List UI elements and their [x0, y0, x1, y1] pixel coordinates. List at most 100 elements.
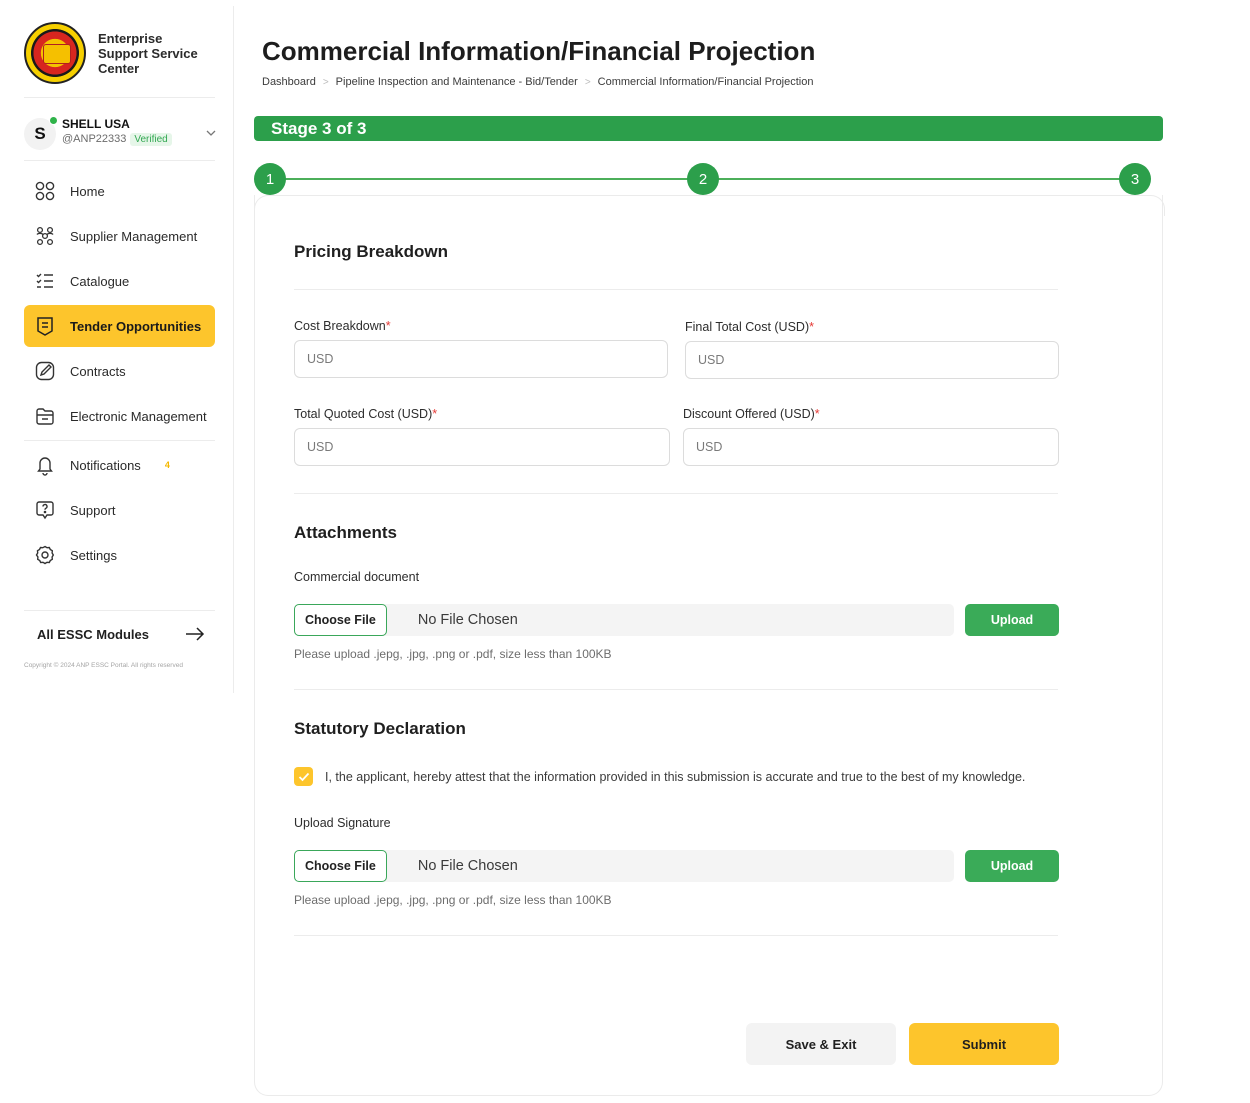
copyright-text: Copyright © 2024 ANP ESSC Portal. All ri… — [24, 662, 183, 669]
online-status-dot — [49, 116, 58, 125]
required-mark: * — [432, 407, 438, 421]
pen-icon — [35, 361, 55, 381]
sidebar-item-notifications[interactable]: Notifications 4 — [24, 444, 215, 486]
verified-badge: Verified — [130, 132, 172, 146]
sidebar-item-tender-opportunities[interactable]: Tender Opportunities — [24, 305, 215, 347]
document-lines-icon — [37, 317, 53, 336]
label-text: Final Total Cost (USD) — [685, 320, 810, 334]
sidebar-item-label: Settings — [70, 547, 117, 563]
breadcrumb: Dashboard > Pipeline Inspection and Main… — [262, 76, 813, 88]
save-exit-button[interactable]: Save & Exit — [746, 1023, 896, 1065]
account-name: SHELL USA — [62, 116, 130, 131]
divider — [294, 935, 1058, 936]
breadcrumb-separator-icon: > — [584, 76, 591, 88]
file-name-text: No File Chosen — [417, 612, 518, 628]
required-mark: * — [809, 320, 814, 334]
sidebar-item-electronic-management[interactable]: Electronic Management — [24, 395, 215, 437]
divider — [24, 440, 215, 441]
check-icon — [298, 772, 309, 781]
sidebar-item-supplier-management[interactable]: Supplier Management — [24, 215, 215, 257]
sidebar-item-support[interactable]: Support — [24, 489, 215, 531]
required-mark: * — [814, 407, 820, 421]
upload-signature-label: Upload Signature — [294, 816, 391, 830]
divider — [24, 610, 215, 611]
divider — [294, 493, 1058, 494]
declaration-checkbox[interactable] — [294, 767, 313, 786]
grid-circles-icon — [35, 181, 55, 201]
file-name-text: No File Chosen — [417, 858, 518, 874]
label-text: Total Quoted Cost (USD) — [294, 407, 433, 421]
declaration-text: I, the applicant, hereby attest that the… — [325, 769, 1026, 784]
final-total-cost-input[interactable] — [685, 341, 1059, 379]
breadcrumb-item-current: Commercial Information/Financial Project… — [597, 76, 814, 88]
avatar-initial: S — [34, 124, 46, 143]
discount-offered-label: Discount Offered (USD)* — [683, 407, 820, 421]
sidebar-item-label: Tender Opportunities — [70, 318, 202, 334]
upload-commercial-document-button[interactable]: Upload — [965, 604, 1059, 636]
question-icon — [36, 501, 54, 520]
discount-offered-input[interactable] — [683, 428, 1059, 466]
sidebar-item-catalogue[interactable]: Catalogue — [24, 260, 215, 302]
step-2[interactable]: 2 — [687, 163, 719, 195]
required-mark: * — [385, 319, 391, 333]
file-hint: Please upload .jepg, .jpg, .png or .pdf,… — [294, 893, 612, 907]
sidebar-item-label: Contracts — [70, 363, 126, 379]
account-handle-row: @ANP22333 Verified — [62, 132, 172, 146]
chevron-down-icon[interactable] — [205, 127, 217, 139]
all-modules-label: All ESSC Modules — [37, 626, 149, 642]
choose-file-button[interactable]: Choose File — [294, 850, 387, 882]
all-modules-link[interactable]: All ESSC Modules — [24, 618, 215, 650]
choose-file-button[interactable]: Choose File — [294, 604, 387, 636]
people-network-icon — [36, 226, 54, 246]
sidebar-item-contracts[interactable]: Contracts — [24, 350, 215, 392]
gear-icon — [35, 545, 55, 565]
sidebar-item-label: Support — [70, 502, 116, 518]
cost-breakdown-input[interactable] — [294, 340, 668, 378]
bell-icon — [37, 457, 53, 476]
divider — [294, 289, 1058, 290]
section-title-declaration: Statutory Declaration — [294, 719, 466, 738]
avatar: S — [24, 116, 58, 150]
page-title: Commercial Information/Financial Project… — [262, 36, 816, 66]
sidebar-item-label: Notifications — [70, 457, 141, 473]
sidebar-item-label: Catalogue — [70, 273, 130, 289]
sidebar-item-label: Supplier Management — [70, 228, 198, 244]
divider — [24, 97, 215, 98]
breadcrumb-item-tender[interactable]: Pipeline Inspection and Maintenance - Bi… — [336, 76, 578, 88]
commercial-document-file-field: Choose File No File Chosen — [294, 604, 954, 636]
breadcrumb-separator-icon: > — [322, 76, 329, 88]
notification-count-badge: 4 — [164, 460, 170, 470]
signature-file-field: Choose File No File Chosen — [294, 850, 954, 882]
upload-signature-button[interactable]: Upload — [965, 850, 1059, 882]
step-1[interactable]: 1 — [254, 163, 286, 195]
file-hint: Please upload .jepg, .jpg, .png or .pdf,… — [294, 647, 612, 661]
commercial-document-label: Commercial document — [294, 570, 420, 584]
total-quoted-cost-label: Total Quoted Cost (USD)* — [294, 407, 437, 421]
label-text: Discount Offered (USD) — [683, 407, 815, 421]
divider — [294, 689, 1058, 690]
account-switcher[interactable]: S SHELL USA @ANP22333 Verified — [24, 113, 219, 155]
sidebar: Enterprise Support Service Center S SHEL… — [4, 6, 234, 693]
sidebar-item-label: Electronic Management — [70, 408, 207, 424]
sidebar-item-label: Home — [70, 183, 105, 199]
section-title-attachments: Attachments — [294, 523, 397, 542]
sidebar-item-home[interactable]: Home — [24, 170, 215, 212]
submit-button[interactable]: Submit — [909, 1023, 1059, 1065]
stage-banner: Stage 3 of 3 — [254, 116, 1163, 141]
declaration-row: I, the applicant, hereby attest that the… — [294, 767, 1025, 786]
folder-icon — [36, 408, 54, 425]
breadcrumb-item-dashboard[interactable]: Dashboard — [262, 76, 316, 88]
total-quoted-cost-input[interactable] — [294, 428, 670, 466]
brand[interactable]: Enterprise Support Service Center — [24, 22, 208, 84]
sidebar-item-settings[interactable]: Settings — [24, 534, 215, 576]
label-text: Cost Breakdown — [294, 319, 386, 333]
account-info: SHELL USA @ANP22333 Verified — [62, 117, 172, 146]
cost-breakdown-label: Cost Breakdown* — [294, 319, 391, 333]
arrow-right-icon — [186, 627, 205, 641]
list-icon — [36, 273, 53, 288]
divider — [24, 160, 215, 161]
final-total-cost-label: Final Total Cost (USD)* — [685, 320, 814, 334]
section-title-pricing: Pricing Breakdown — [294, 242, 448, 261]
step-3[interactable]: 3 — [1119, 163, 1151, 195]
brand-logo — [24, 22, 86, 84]
